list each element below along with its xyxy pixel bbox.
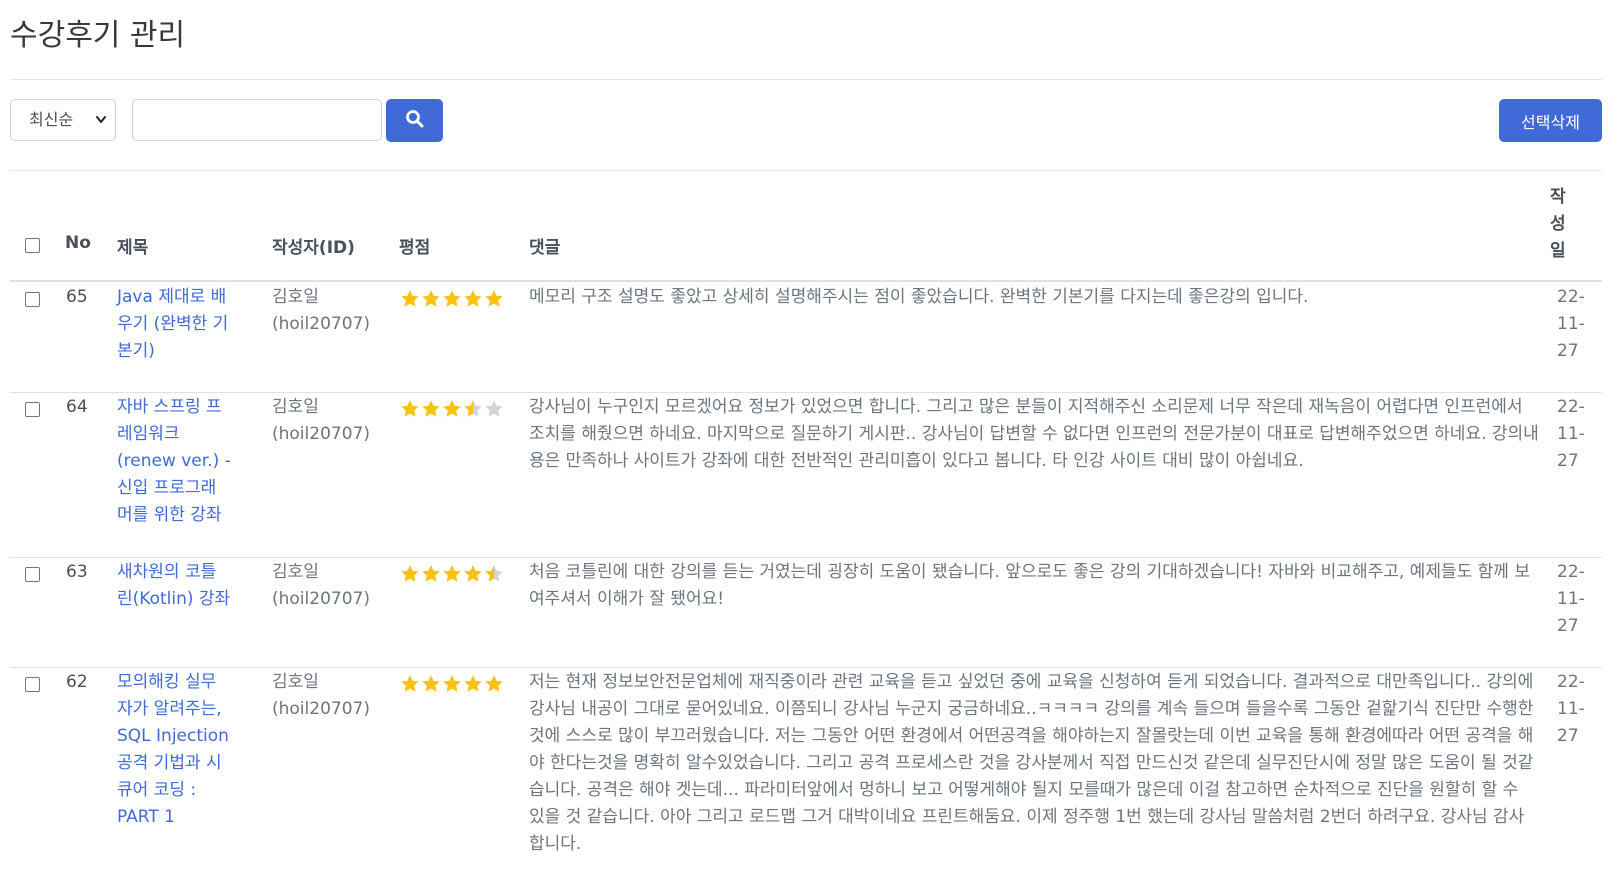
- star-icon: [485, 675, 503, 692]
- star-icon: [464, 675, 482, 692]
- row-no: 64: [66, 397, 88, 417]
- table-row: 63 새차원의 코틀 린(Kotlin) 강좌 김호일 (hoil20707) 처음 코…: [10, 557, 1602, 668]
- header-comment: 댓글: [529, 238, 561, 258]
- row-author: 김호일 (hoil20707): [272, 287, 370, 334]
- row-date: 22- 11- 27: [1557, 287, 1585, 361]
- sort-select[interactable]: 최신순: [10, 99, 116, 141]
- row-date: 22- 11- 27: [1557, 562, 1585, 636]
- search-icon: [405, 109, 425, 133]
- row-rating: [400, 399, 504, 419]
- row-checkbox[interactable]: [25, 677, 40, 692]
- row-author: 김호일 (hoil20707): [272, 562, 370, 609]
- row-title-link[interactable]: 모의해킹 실무 자가 알려주는, SQL Injection 공격 기법과 시 큐어 코…: [117, 669, 247, 831]
- star-icon: [464, 565, 482, 582]
- review-management-page: 수강후기 관리 최신순 선택삭제 No 제목 작성자(ID) 평점 댓글 작 성…: [0, 0, 1618, 893]
- row-no: 65: [66, 287, 88, 307]
- header-author: 작성자(ID): [272, 238, 355, 258]
- row-date: 22- 11- 27: [1557, 672, 1585, 746]
- star-icon: [401, 565, 419, 582]
- star-icon: [485, 400, 503, 417]
- divider: [10, 79, 1602, 80]
- star-icon: [401, 675, 419, 692]
- star-icon: [422, 290, 440, 307]
- page-title: 수강후기 관리: [10, 18, 186, 53]
- table-row: 65 Java 제대로 배 우기 (완벽한 기 본기) 김호일 (hoil20707) 메모…: [10, 282, 1602, 393]
- header-no: No: [65, 233, 91, 253]
- star-icon: [443, 565, 461, 582]
- star-icon: [401, 290, 419, 307]
- star-icon: [401, 400, 419, 417]
- select-all-checkbox[interactable]: [25, 238, 40, 253]
- row-no: 62: [66, 672, 88, 692]
- star-icon: [443, 675, 461, 692]
- row-comment: 메모리 구조 설명도 좋았고 상세히 설명해주시는 점이 좋았습니다. 완벽한 …: [529, 287, 1309, 307]
- star-icon: [443, 400, 461, 417]
- row-comment: 저는 현재 정보보안전문업체에 재직중이라 관련 교육을 듣고 싶었던 중에 교…: [529, 672, 1534, 854]
- search-input[interactable]: [132, 99, 382, 141]
- row-rating: [400, 674, 504, 694]
- row-author: 김호일 (hoil20707): [272, 672, 370, 719]
- star-icon: [443, 290, 461, 307]
- row-title-link[interactable]: 자바 스프링 프 레임워크 (renew ver.) - 신입 프로그래 머를 위한 강…: [117, 394, 247, 529]
- star-icon: [464, 400, 482, 417]
- star-icon: [485, 290, 503, 307]
- table-row: 62 모의해킹 실무 자가 알려주는, SQL Injection 공격 기법과 시 큐어…: [10, 667, 1602, 893]
- row-no: 63: [66, 562, 88, 582]
- star-icon: [422, 675, 440, 692]
- row-rating: [400, 289, 504, 309]
- row-checkbox[interactable]: [25, 402, 40, 417]
- row-author: 김호일 (hoil20707): [272, 397, 370, 444]
- row-comment: 처음 코틀린에 대한 강의를 듣는 거였는데 굉장히 도움이 됐습니다. 앞으로…: [529, 562, 1530, 609]
- star-icon: [422, 565, 440, 582]
- star-icon: [485, 565, 503, 582]
- delete-selected-button[interactable]: 선택삭제: [1499, 99, 1602, 142]
- search-button[interactable]: [386, 99, 443, 142]
- sort-select-value: 최신순: [29, 110, 74, 129]
- star-icon: [422, 400, 440, 417]
- row-date: 22- 11- 27: [1557, 397, 1585, 471]
- table-row: 64 자바 스프링 프 레임워크 (renew ver.) - 신입 프로그래 머를 위한…: [10, 392, 1602, 558]
- star-icon: [464, 290, 482, 307]
- row-checkbox[interactable]: [25, 567, 40, 582]
- row-rating: [400, 564, 504, 584]
- header-date: 작 성 일: [1550, 187, 1566, 261]
- row-comment: 강사님이 누구인지 모르겠어요 정보가 있었으면 합니다. 그리고 많은 분들이…: [529, 397, 1539, 471]
- chevron-down-icon: [95, 100, 107, 156]
- row-title-link[interactable]: Java 제대로 배 우기 (완벽한 기 본기): [117, 284, 247, 365]
- table-header: No 제목 작성자(ID) 평점 댓글 작 성 일: [10, 170, 1602, 282]
- header-rating: 평점: [399, 238, 431, 258]
- header-title: 제목: [117, 238, 149, 258]
- row-title-link[interactable]: 새차원의 코틀 린(Kotlin) 강좌: [117, 559, 247, 613]
- row-checkbox[interactable]: [25, 292, 40, 307]
